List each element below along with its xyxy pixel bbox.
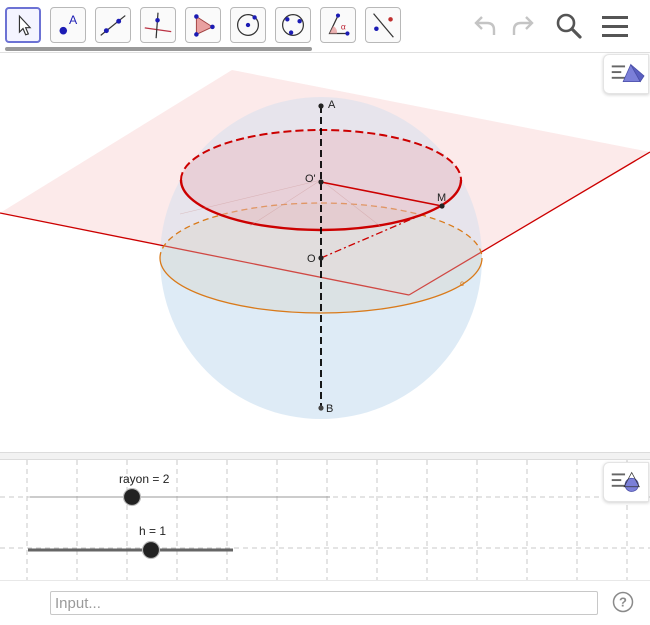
arrow-cursor-icon (18, 14, 32, 36)
point-tool-letter: A (69, 13, 78, 27)
input-bar (0, 580, 650, 625)
algebra-input-field[interactable] (50, 591, 598, 615)
slider-rayon-value: 2 (162, 472, 170, 486)
search-button[interactable] (552, 10, 586, 44)
perpendicular-line-tool-button[interactable] (140, 7, 176, 43)
slider-h-knob[interactable] (141, 540, 161, 560)
help-icon: ? (612, 591, 634, 613)
pyramid-graphics-icon (611, 63, 645, 83)
point-m[interactable] (439, 203, 445, 209)
angle-tool-button[interactable]: α (320, 7, 356, 43)
perpendicular-line-icon (144, 12, 172, 39)
circle-three-points-icon (281, 13, 305, 37)
equator-circle-label: c (460, 279, 464, 288)
reflect-tool-button[interactable] (365, 7, 401, 43)
graphics-3d-stylebar-button[interactable] (603, 54, 649, 94)
slider-h-name: h (139, 524, 159, 538)
point-o-prime-label: O' (305, 173, 316, 185)
slider-h-value: 1 (159, 524, 167, 538)
graphics-2d-view[interactable]: rayon2 h1 (0, 460, 650, 580)
toolbar-scrollbar[interactable] (5, 47, 312, 51)
angle-tool-letter: α (341, 22, 346, 32)
toolbar: A α (0, 0, 650, 53)
point-o-prime[interactable] (318, 179, 324, 185)
point-o-label: O (307, 253, 316, 265)
move-tool-button[interactable] (5, 7, 41, 43)
point-m-label: M (437, 192, 446, 204)
redo-button[interactable] (506, 10, 540, 44)
graphics-view-icon (611, 471, 640, 492)
menu-icon (602, 16, 628, 37)
slider-rayon-label: rayon2 (119, 472, 169, 486)
circle-center-point-tool-button[interactable] (230, 7, 266, 43)
redo-icon (512, 16, 534, 35)
svg-text:?: ? (619, 595, 627, 610)
graphics-3d-view[interactable]: A O' O B M c (0, 53, 650, 452)
line-tool-button[interactable] (95, 7, 131, 43)
point-b[interactable] (318, 405, 324, 411)
point-a-label: A (328, 99, 336, 111)
slider-h-label: h1 (139, 524, 166, 538)
circle-three-points-tool-button[interactable] (275, 7, 311, 43)
undo-button[interactable] (468, 10, 502, 44)
view-divider[interactable] (0, 452, 650, 460)
point-b-label: B (326, 403, 333, 415)
point-tool-button[interactable]: A (50, 7, 86, 43)
slider-rayon-name: rayon (119, 472, 163, 486)
grid (0, 460, 650, 580)
help-button[interactable]: ? (612, 591, 634, 613)
angle-icon: α (328, 13, 350, 36)
polygon-icon (194, 14, 215, 37)
circle-center-point-icon (236, 13, 260, 37)
slider-rayon-knob[interactable] (122, 488, 142, 507)
menu-button[interactable] (598, 10, 632, 44)
scene-3d: A O' O B M c (0, 70, 650, 419)
point-a[interactable] (318, 103, 324, 109)
reflect-about-line-icon (373, 13, 394, 38)
slider-rayon[interactable] (25, 488, 335, 508)
point-o[interactable] (318, 255, 324, 261)
polygon-tool-button[interactable] (185, 7, 221, 43)
search-icon (556, 13, 582, 39)
point-icon: A (59, 13, 78, 35)
undo-icon (474, 16, 496, 35)
line-through-points-icon (100, 15, 126, 36)
graphics-2d-stylebar-button[interactable] (603, 462, 649, 502)
slider-h[interactable] (25, 540, 240, 560)
